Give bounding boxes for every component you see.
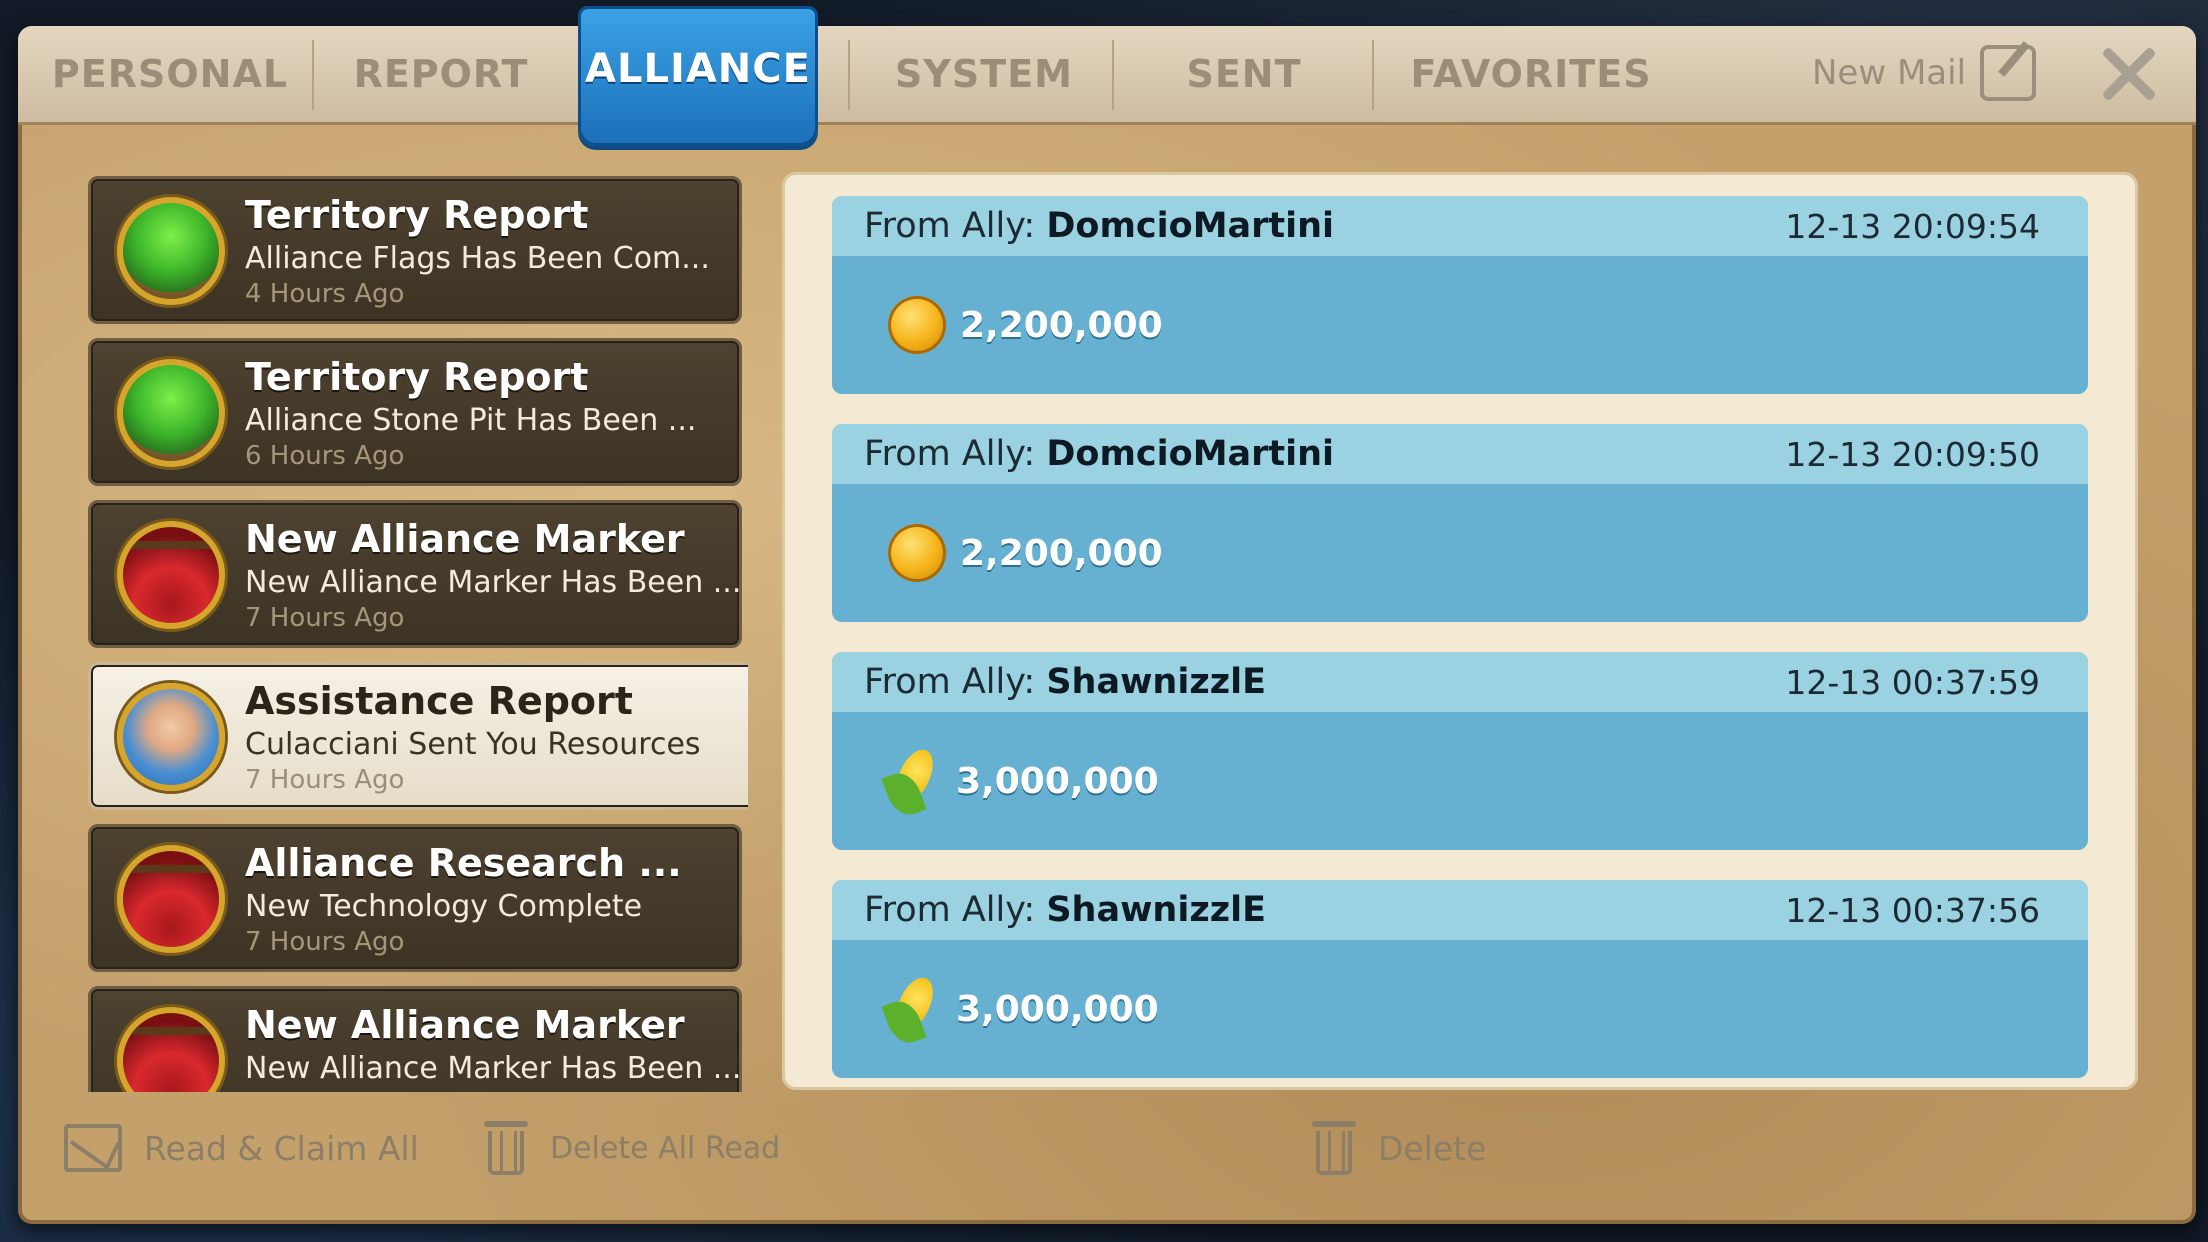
- delete-label: Delete: [1378, 1128, 1487, 1168]
- entry-header: From Ally: DomcioMartini 12-13 20:09:50: [832, 424, 2088, 484]
- entry-body: 3,000,000: [832, 712, 2088, 850]
- mail-time: 7 Hours Ago: [245, 765, 405, 795]
- envelope-check-icon: [64, 1124, 122, 1172]
- entry-timestamp: 12-13 00:37:56: [1785, 890, 2040, 930]
- territory-icon: [117, 197, 225, 305]
- entry-header: From Ally: ShawnizzlE 12-13 00:37:59: [832, 652, 2088, 712]
- trash-icon: [1312, 1121, 1356, 1175]
- resource-entry: From Ally: ShawnizzlE 12-13 00:37:56 3,0…: [832, 880, 2088, 1078]
- compose-icon: [1980, 45, 2037, 101]
- tab-divider: [848, 40, 850, 110]
- mail-list-item[interactable]: Territory Report Alliance Stone Pit Has …: [88, 338, 742, 486]
- mail-subtitle: New Technology Complete: [245, 889, 643, 924]
- tab-personal[interactable]: PERSONAL: [40, 26, 300, 122]
- corn-food-icon: [888, 746, 942, 816]
- mail-title: Assistance Report: [245, 679, 633, 723]
- resource-amount: 3,000,000: [956, 988, 1159, 1030]
- alliance-banner-icon: [117, 845, 225, 953]
- delete-all-read-label: Delete All Read: [550, 1130, 781, 1166]
- alliance-banner-icon: [117, 521, 225, 629]
- entry-header: From Ally: DomcioMartini 12-13 20:09:54: [832, 196, 2088, 256]
- corn-food-icon: [888, 974, 942, 1044]
- mail-list-item-selected[interactable]: Assistance Report Culacciani Sent You Re…: [88, 662, 748, 810]
- mail-subtitle: Alliance Flags Has Been Com...: [245, 241, 710, 276]
- trash-icon: [484, 1121, 528, 1175]
- entry-timestamp: 12-13 20:09:50: [1785, 434, 2040, 474]
- entry-sender: From Ally: ShawnizzlE: [864, 890, 1266, 930]
- entry-body: 2,200,000: [832, 484, 2088, 622]
- mail-list-item[interactable]: Territory Report Alliance Flags Has Been…: [88, 176, 742, 324]
- mail-subtitle: Alliance Stone Pit Has Been ...: [245, 403, 697, 438]
- mail-title: Alliance Research ...: [245, 841, 682, 885]
- close-icon[interactable]: [2098, 44, 2158, 104]
- new-mail-button[interactable]: New Mail: [1812, 38, 2037, 108]
- alliance-banner-icon: [117, 1007, 225, 1092]
- mail-list[interactable]: Territory Report Alliance Flags Has Been…: [88, 172, 748, 1092]
- new-mail-label: New Mail: [1812, 53, 1967, 93]
- resource-entry: From Ally: DomcioMartini 12-13 20:09:50 …: [832, 424, 2088, 622]
- mail-subtitle: New Alliance Marker Has Been ...: [245, 565, 742, 600]
- mail-time: 7 Hours Ago: [245, 927, 405, 957]
- entry-body: 2,200,000: [832, 256, 2088, 394]
- entry-timestamp: 12-13 20:09:54: [1785, 206, 2040, 246]
- entry-sender: From Ally: DomcioMartini: [864, 206, 1335, 246]
- resource-entry: From Ally: ShawnizzlE 12-13 00:37:59 3,0…: [832, 652, 2088, 850]
- mail-time: 7 Hours Ago: [245, 603, 405, 633]
- advisor-portrait-icon: [117, 683, 225, 791]
- entry-body: 3,000,000: [832, 940, 2088, 1078]
- gold-coin-icon: [888, 296, 946, 354]
- tab-system[interactable]: SYSTEM: [852, 26, 1116, 122]
- territory-icon: [117, 359, 225, 467]
- tab-divider: [1372, 40, 1374, 110]
- read-claim-all-button[interactable]: Read & Claim All: [64, 1112, 419, 1184]
- gold-coin-icon: [888, 524, 946, 582]
- mail-title: Territory Report: [245, 355, 589, 399]
- mail-subtitle: Culacciani Sent You Resources: [245, 727, 701, 762]
- tab-divider: [312, 40, 314, 110]
- entry-sender: From Ally: ShawnizzlE: [864, 662, 1266, 702]
- delete-button[interactable]: Delete: [1312, 1112, 1486, 1184]
- tab-alliance[interactable]: ALLIANCE: [578, 6, 818, 146]
- tab-favorites[interactable]: FAVORITES: [1376, 26, 1686, 122]
- mail-list-item[interactable]: New Alliance Marker New Alliance Marker …: [88, 986, 742, 1092]
- mail-title: New Alliance Marker: [245, 1003, 685, 1047]
- tab-sent[interactable]: SENT: [1116, 26, 1372, 122]
- mail-time: 6 Hours Ago: [245, 441, 405, 471]
- tab-report[interactable]: REPORT: [316, 26, 566, 122]
- resource-amount: 2,200,000: [960, 532, 1163, 574]
- entry-timestamp: 12-13 00:37:59: [1785, 662, 2040, 702]
- read-claim-all-label: Read & Claim All: [144, 1128, 419, 1168]
- entry-header: From Ally: ShawnizzlE 12-13 00:37:56: [832, 880, 2088, 940]
- mail-title: Territory Report: [245, 193, 589, 237]
- mail-list-item[interactable]: New Alliance Marker New Alliance Marker …: [88, 500, 742, 648]
- resource-amount: 3,000,000: [956, 760, 1159, 802]
- mail-time: 4 Hours Ago: [245, 279, 405, 309]
- delete-all-read-button[interactable]: Delete All Read: [484, 1112, 780, 1184]
- resource-entry: From Ally: DomcioMartini 12-13 20:09:54 …: [832, 196, 2088, 394]
- resource-amount: 2,200,000: [960, 304, 1163, 346]
- mail-subtitle: New Alliance Marker Has Been ...: [245, 1051, 742, 1086]
- tab-divider: [1112, 40, 1114, 110]
- mail-list-item[interactable]: Alliance Research ... New Technology Com…: [88, 824, 742, 972]
- entry-sender: From Ally: DomcioMartini: [864, 434, 1335, 474]
- mail-title: New Alliance Marker: [245, 517, 685, 561]
